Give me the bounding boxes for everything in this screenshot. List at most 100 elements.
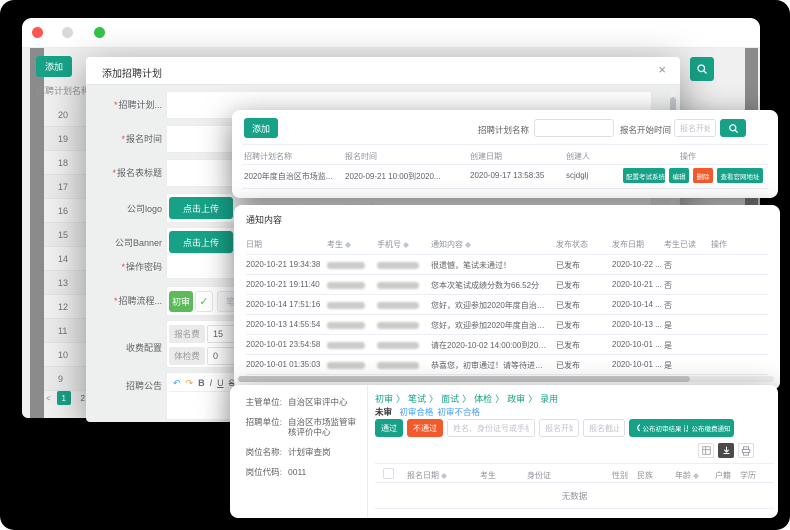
publish-result-button[interactable]: 公布初审结果 [640,419,684,437]
status-cell: 已发布 [556,320,580,331]
column-header-sortable[interactable]: 年龄 [675,470,700,481]
select-all-checkbox[interactable] [383,468,394,479]
filter-current[interactable]: 未审 [375,407,392,417]
notice-content-cell: 恭喜您，初审通过！请等待进一步通知 [431,360,549,371]
column-header: 考生已读 [664,239,696,250]
flow-step-first-review[interactable]: 初审 [169,291,193,312]
publish-date-cell: 2020-10-01 ... [612,360,662,369]
column-header: 操作 [680,151,696,162]
filter-link[interactable]: 初审合格 [399,407,433,417]
column-header: 创建日期 [470,151,502,162]
column-header: 考生 [480,470,496,481]
redacted-candidate [327,302,365,309]
signup-end-input[interactable] [583,419,625,437]
table-row[interactable]: 2020-10-01 23:54:58请在2020-10-02 14:00:00… [246,335,768,355]
pagination: < 12 [46,390,90,406]
notice-content-cell: 您好，欢迎参加2020年度自治区市场... [431,300,549,311]
view-site-button[interactable]: 查看官网地址 [717,168,763,183]
editor-tool-icon[interactable]: U [217,378,224,388]
horizontal-scrollbar[interactable] [238,376,774,382]
column-header: 学历 [740,470,756,481]
search-button[interactable] [720,119,746,137]
flow-step[interactable]: 体检 [474,394,492,404]
search-button[interactable] [690,57,714,81]
signup-start-input[interactable] [539,419,579,437]
maximize-window-button[interactable] [94,27,105,38]
table-row[interactable]: 2020-10-13 14:55:54您好，欢迎参加2020年度自治区市场...… [246,315,768,335]
table-row[interactable]: 2020-10-01 01:35:03恭喜您，初审通过！请等待进一步通知已发布2… [246,355,768,375]
info-label: 主管单位: [240,397,282,408]
start-time-filter-input[interactable] [674,119,716,137]
minimize-window-button[interactable] [62,27,73,38]
download-button[interactable] [718,443,734,458]
check-icon: ✓ [195,291,213,312]
column-header-sortable[interactable]: 报名日期 [407,470,448,481]
column-header: 创建人 [566,151,590,162]
pass-button[interactable]: 通过 [375,419,403,437]
filter-link[interactable]: 初审不合格 [437,407,480,417]
date-cell: 2020-10-01 23:54:58 [246,340,320,349]
candidate-search-input[interactable] [447,419,535,437]
notice-content-cell: 您好，欢迎参加2020年度自治区市场... [431,320,549,331]
add-button[interactable]: 添加 [244,118,278,138]
info-item: 招聘单位: 自治区市场监管审核评价中心 [240,417,359,438]
notice-table-header: 日期 考生 手机号 通知内容 发布状态 发布日期 考生已读 操作 [246,233,768,255]
redacted-candidate [327,262,365,269]
edit-button[interactable]: 编辑 [669,168,689,183]
delete-button[interactable]: 删除 [693,168,713,183]
plan-list-panel: 添加 招聘计划名称 报名开始时间 招聘计划名称 报名时间 创建日期 创建人 操作… [232,110,778,198]
status-cell: 已发布 [556,280,580,291]
grid-icon [702,446,711,455]
flow-step[interactable]: 笔试 [408,394,426,404]
plan-name-filter-input[interactable] [534,119,614,137]
list-column-header: 招聘计划名称 [36,84,90,97]
column-header: 民族 [637,470,653,481]
editor-tool-icon[interactable]: ↷ [186,378,194,389]
info-label: 招聘单位: [240,417,282,438]
flow-step[interactable]: 录用 [540,394,558,404]
publish-fee-notice-button[interactable]: 公布缴费通知 [688,419,734,437]
column-header-sortable[interactable]: 考生 [327,239,352,250]
editor-tool-icon[interactable]: I [210,378,213,388]
redacted-phone [377,342,419,349]
configure-exam-button[interactable]: 配置考试系统 [623,168,665,183]
status-cell: 已发布 [556,340,580,351]
add-plan-button[interactable]: 添加 [36,56,72,77]
step-separator: 〉 [495,394,504,404]
editor-tool-icon[interactable]: ↶ [173,378,181,389]
info-value: 自治区市场监管审核评价中心 [288,417,359,438]
upload-button[interactable]: 点击上传 [169,197,233,219]
page-button[interactable]: 1 [57,391,71,405]
column-header-sortable[interactable]: 通知内容 [431,239,472,250]
close-window-button[interactable] [32,27,43,38]
print-button[interactable] [738,443,754,458]
read-cell: 否 [664,260,672,271]
flow-step[interactable]: 初审 [375,394,393,404]
date-cell: 2020-10-21 19:11:40 [246,280,320,289]
read-cell: 是 [664,340,672,351]
notice-content-cell: 您本次笔试成绩分数为66.52分 [431,280,539,291]
modal-header: 添加招聘计划 × [86,57,680,85]
flow-step[interactable]: 政审 [507,394,525,404]
table-row[interactable]: 2020-10-21 19:11:40 您本次笔试成绩分数为66.52分 已发布 20… [246,275,768,295]
publish-date-cell: 2020-10-21 ... [612,280,662,289]
table-row[interactable]: 2020-10-21 19:34:38很遗憾，笔试未通过！已发布2020-10-… [246,255,768,275]
table-row[interactable]: 2020-10-14 17:51:16您好，欢迎参加2020年度自治区市场...… [246,295,768,315]
prev-page-button[interactable]: < [46,394,51,403]
notice-content-cell: 很遗憾，笔试未通过！ [431,260,511,271]
column-header: 发布日期 [612,239,644,250]
editor-tool-icon[interactable]: B [198,378,205,388]
created-date-cell: 2020-09-17 13:58:35 [470,171,562,180]
redacted-candidate [327,342,365,349]
close-icon[interactable]: × [658,62,666,77]
flow-step[interactable]: 面试 [441,394,459,404]
column-settings-button[interactable] [698,443,714,458]
upload-button[interactable]: 点击上传 [169,231,233,253]
notice-table-body: 2020-10-21 19:34:38很遗憾，笔试未通过！已发布2020-10-… [246,255,768,375]
step-separator: 〉 [462,394,471,404]
field-label: 公司logo [90,202,162,215]
redacted-phone [377,282,419,289]
column-header-sortable[interactable]: 手机号 [377,239,410,250]
fail-button[interactable]: 不通过 [407,419,443,437]
plan-name-cell: 2020年度自治区市场监... [244,171,340,182]
